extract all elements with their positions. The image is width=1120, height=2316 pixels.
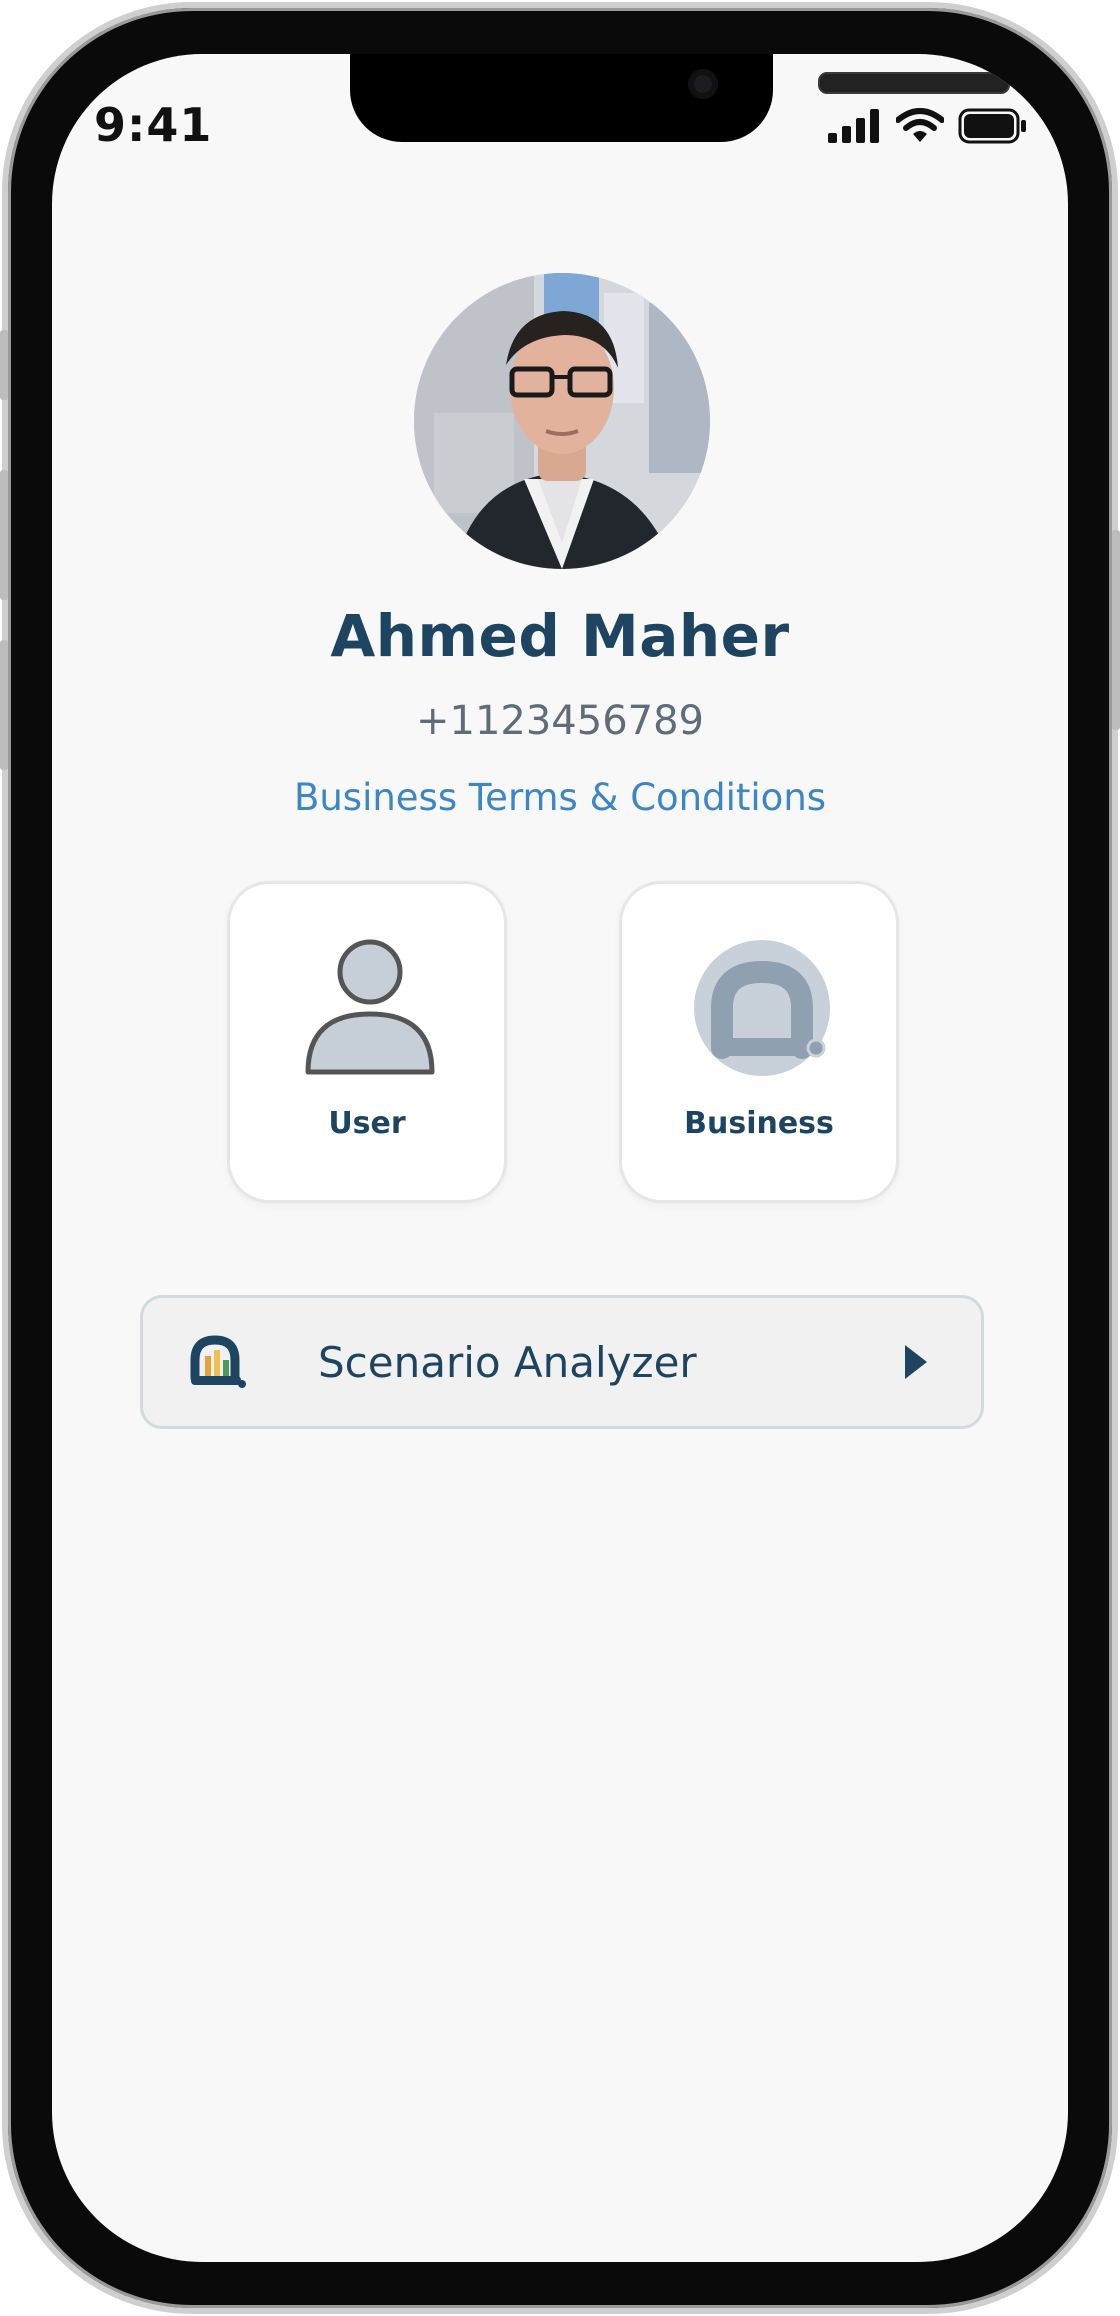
user-card-label: User	[328, 1106, 406, 1141]
business-icon	[694, 940, 830, 1076]
status-icons	[828, 108, 1028, 144]
screen: 9:41 Ahmed Maher +1123456789 Business Te…	[52, 54, 1068, 2262]
profile-phone: +1123456789	[415, 698, 704, 744]
play-arrow-icon	[905, 1345, 927, 1379]
battery-icon	[958, 108, 1026, 144]
side-button-left	[0, 330, 8, 400]
wifi-icon	[896, 108, 944, 142]
business-terms-link[interactable]: Business Terms & Conditions	[52, 776, 1068, 819]
user-card[interactable]: User	[227, 881, 507, 1203]
side-button-right	[1112, 530, 1120, 730]
cellular-signal-icon	[828, 109, 879, 143]
side-button-left	[0, 470, 8, 600]
notch	[350, 54, 1010, 142]
side-button-left	[0, 640, 8, 770]
speaker	[818, 72, 1010, 94]
user-icon	[305, 939, 435, 1075]
scenario-analyzer-label: Scenario Analyzer	[318, 1338, 697, 1387]
business-card-label: Business	[684, 1106, 834, 1141]
scenario-analyzer-button[interactable]: Scenario Analyzer	[140, 1295, 984, 1429]
camera	[688, 69, 718, 99]
profile-name: Ahmed Maher	[330, 602, 790, 670]
profile-avatar	[414, 273, 710, 569]
business-card[interactable]: Business	[619, 881, 899, 1203]
chart-icon	[190, 1335, 246, 1388]
status-time: 9:41	[94, 98, 213, 152]
